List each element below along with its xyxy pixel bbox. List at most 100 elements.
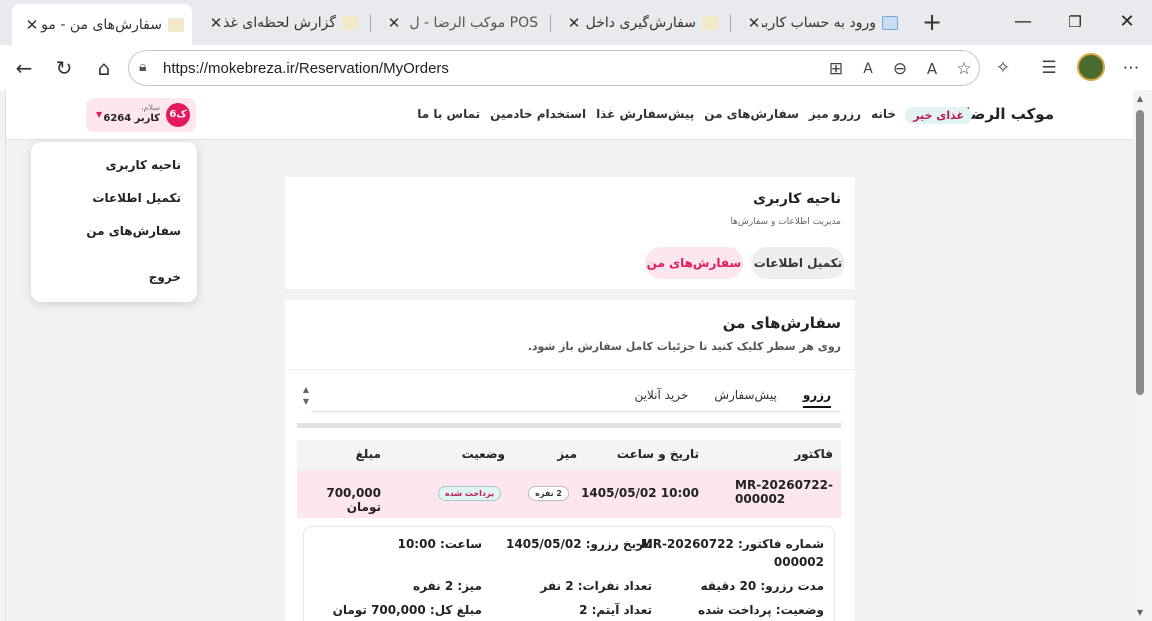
close-tab-icon[interactable]: ✕ bbox=[566, 14, 582, 32]
invoice-number-part1: MR-20260722- bbox=[735, 478, 833, 492]
read-aloud-icon[interactable]: A bbox=[921, 58, 943, 80]
app-available-icon[interactable]: ⊞ bbox=[825, 58, 847, 80]
user-name: کاربر 6264 bbox=[103, 113, 160, 124]
detail-item-count: تعداد آیتم: 2 bbox=[579, 603, 652, 617]
tab-login[interactable]: ✕ ورود به حساب کاربری bbox=[734, 6, 906, 40]
dropdown-item-user-area[interactable]: ناحیه کاربری bbox=[106, 158, 181, 172]
complete-profile-button[interactable]: تکمیل اطلاعات bbox=[751, 247, 845, 279]
menu-item-reserve-table[interactable]: رزرو میز bbox=[809, 107, 861, 121]
menu-item-contact[interactable]: تماس با ما bbox=[417, 107, 480, 121]
tab-preorder[interactable]: پیش‌سفارش bbox=[714, 388, 776, 408]
dropdown-item-complete-profile[interactable]: تکمیل اطلاعات bbox=[92, 191, 181, 205]
detail-invoice-number-cont: 000002 bbox=[773, 555, 824, 569]
tab-title: سفارش‌های من - مو bbox=[41, 16, 162, 33]
orders-title: سفارش‌های من bbox=[722, 314, 841, 332]
col-status: وضعیت bbox=[461, 447, 505, 461]
status-badge: پرداخت شده bbox=[437, 486, 501, 501]
tab-title: سفارش‌گیری داخل سا bbox=[582, 15, 696, 31]
tab-food-report[interactable]: ✕ گزارش لحظه‌ای غذا - bbox=[196, 6, 366, 40]
tab-title: ورود به حساب کاربری bbox=[762, 15, 876, 31]
tab-online-purchase[interactable]: خرید آنلاین bbox=[635, 388, 689, 408]
extensions-icon[interactable]: ✧ bbox=[992, 57, 1014, 79]
menu-item-hiring[interactable]: استخدام خادمین bbox=[490, 107, 586, 121]
tab-my-orders[interactable]: ✕ سفارش‌های من - مو bbox=[12, 4, 192, 45]
detail-time: ساعت: 10:00 bbox=[397, 537, 482, 551]
menu-item-preorder-food[interactable]: پیش‌سفارش غذا bbox=[596, 107, 694, 121]
col-datetime: تاریخ و ساعت bbox=[616, 447, 699, 461]
order-datetime: 1405/05/02 10:00 bbox=[581, 486, 699, 500]
menu-item-home[interactable]: خانه bbox=[871, 107, 896, 121]
favorites-icon[interactable]: ☰ bbox=[1038, 57, 1060, 79]
restore-icon[interactable]: ❐ bbox=[1060, 8, 1090, 36]
page-scrollbar[interactable]: ▲ ▼ bbox=[1133, 90, 1147, 621]
table-size-chip: 2 نفره bbox=[528, 486, 569, 501]
orders-hint: روی هر سطر کلیک کنید تا جزئیات کامل سفار… bbox=[527, 340, 841, 353]
favorite-star-icon[interactable]: ☆ bbox=[953, 58, 975, 80]
detail-guests: تعداد نفرات: 2 نفر bbox=[540, 579, 652, 593]
order-amount: 700,000 تومان bbox=[326, 486, 381, 514]
refresh-icon[interactable]: ↻ bbox=[52, 56, 76, 80]
orders-card: سفارش‌های من روی هر سطر کلیک کنید تا جزئ… bbox=[285, 300, 855, 621]
site-favicon-icon bbox=[702, 16, 718, 30]
address-bar[interactable]: 🔒︎ https://mokebreza.ir/Reservation/MyOr… bbox=[128, 50, 980, 86]
divider bbox=[285, 369, 855, 370]
horizontal-scrollbar[interactable] bbox=[297, 423, 841, 428]
tab-title: POS موکب الرضا - ل bbox=[409, 15, 538, 31]
translate-icon[interactable]: A bbox=[857, 58, 879, 80]
dropdown-item-my-orders[interactable]: سفارش‌های من bbox=[86, 224, 181, 238]
new-tab-icon[interactable]: + bbox=[920, 10, 944, 34]
home-icon[interactable]: ⌂ bbox=[92, 56, 116, 80]
detail-table: میز: 2 نفره bbox=[412, 579, 482, 593]
invoice-number: MR-20260722- 000002 bbox=[735, 478, 833, 506]
user-menu-button[interactable]: ک6 سلام، کاربر 6264 ▼ bbox=[86, 98, 196, 132]
user-avatar: ک6 bbox=[166, 103, 190, 127]
table-row[interactable]: MR-20260722- 000002 1405/05/02 10:00 2 نف… bbox=[297, 470, 841, 518]
more-menu-icon[interactable]: ⋯ bbox=[1120, 57, 1142, 79]
close-window-icon[interactable]: ✕ bbox=[1112, 8, 1142, 36]
scroll-up-icon[interactable]: ▲ bbox=[1133, 94, 1147, 103]
tab-scroll-arrows[interactable]: ▲ ▼ bbox=[299, 384, 313, 408]
order-details-panel: شماره فاکتور: MR-20260722- 000002 تاریخ … bbox=[303, 526, 835, 621]
tab-title: گزارش لحظه‌ای غذا - bbox=[224, 15, 336, 31]
close-tab-icon[interactable]: ✕ bbox=[746, 14, 762, 32]
tabs-underline bbox=[311, 411, 841, 412]
lock-icon[interactable]: 🔒︎ bbox=[139, 59, 146, 75]
detail-invoice-number: شماره فاکتور: MR-20260722- bbox=[635, 537, 824, 551]
col-table: میز bbox=[557, 447, 577, 461]
close-tab-icon[interactable]: ✕ bbox=[24, 16, 40, 34]
charity-food-badge[interactable]: غذای خیر bbox=[905, 107, 972, 124]
invoice-number-part2: 000002 bbox=[735, 492, 786, 506]
scroll-down-icon[interactable]: ▼ bbox=[1133, 608, 1147, 617]
site-favicon-icon bbox=[342, 16, 358, 30]
my-orders-button[interactable]: سفارش‌های من bbox=[645, 247, 743, 279]
table-header: فاکتور تاریخ و ساعت میز وضعیت مبلغ bbox=[297, 440, 841, 470]
site-favicon-icon bbox=[168, 17, 184, 32]
site-brand[interactable]: موکب الرضا bbox=[965, 105, 1054, 123]
back-icon[interactable]: ← bbox=[12, 56, 36, 80]
user-area-title: ناحیه کاربری bbox=[753, 191, 841, 207]
menu-item-my-orders[interactable]: سفارش‌های من bbox=[704, 107, 799, 121]
profile-avatar[interactable] bbox=[1077, 53, 1105, 81]
site-header: موکب الرضا غذای خیر خانه رزرو میز سفارش‌… bbox=[6, 90, 1133, 140]
minimize-icon[interactable]: — bbox=[1008, 8, 1038, 36]
detail-duration: مدت رزرو: 20 دقیقه bbox=[700, 579, 824, 593]
tab-pos[interactable]: ✕ POS موکب الرضا - ل bbox=[374, 6, 546, 40]
page-viewport: موکب الرضا غذای خیر خانه رزرو میز سفارش‌… bbox=[5, 90, 1133, 621]
browser-toolbar: ← ↻ ⌂ 🔒︎ https://mokebreza.ir/Reservatio… bbox=[0, 45, 1152, 90]
main-menu: خانه رزرو میز سفارش‌های من پیش‌سفارش غذا… bbox=[417, 107, 896, 121]
url-text[interactable]: https://mokebreza.ir/Reservation/MyOrder… bbox=[163, 60, 449, 77]
close-tab-icon[interactable]: ✕ bbox=[386, 14, 402, 32]
greeting-text: سلام، bbox=[140, 103, 160, 112]
detail-status: وضعیت: پرداخت شده bbox=[698, 603, 824, 617]
zoom-out-icon[interactable]: ⊖ bbox=[889, 58, 911, 80]
user-area-card: ناحیه کاربری مدیریت اطلاعات و سفارش‌ها ت… bbox=[285, 177, 855, 289]
dropdown-item-logout[interactable]: خروج bbox=[149, 270, 181, 284]
scrollbar-thumb[interactable] bbox=[1136, 110, 1144, 395]
tab-reservation[interactable]: رزرو bbox=[802, 388, 831, 408]
user-area-subtitle: مدیریت اطلاعات و سفارش‌ها bbox=[730, 217, 841, 227]
tab-divider bbox=[550, 14, 551, 32]
col-amount: مبلغ bbox=[355, 447, 381, 461]
tab-in-store-ordering[interactable]: ✕ سفارش‌گیری داخل سا bbox=[554, 6, 726, 40]
close-tab-icon[interactable]: ✕ bbox=[208, 14, 224, 32]
orders-tabs: رزرو پیش‌سفارش خرید آنلاین bbox=[635, 388, 831, 408]
